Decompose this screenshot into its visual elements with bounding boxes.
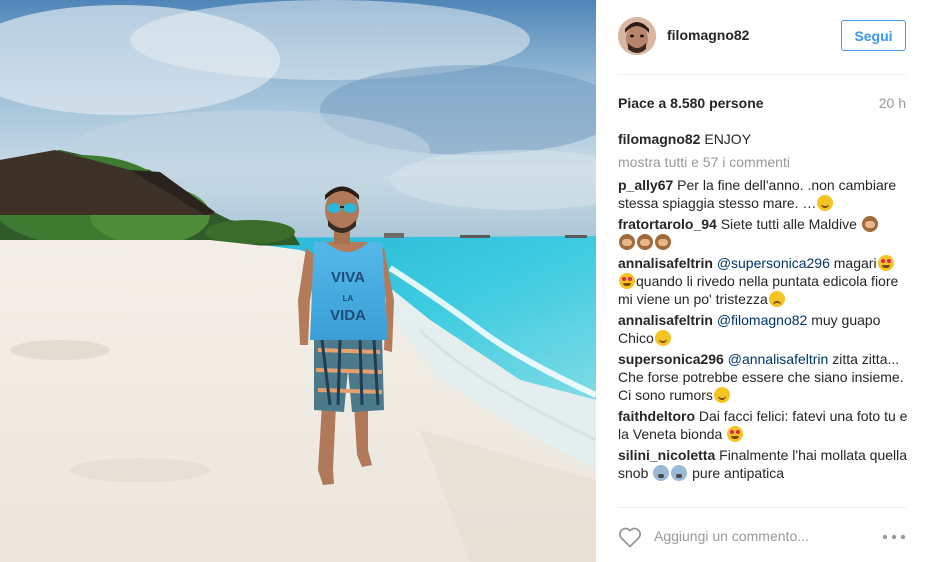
post-header: filomagno82 Segui: [596, 0, 926, 74]
heart-eyes-emoji-icon: [727, 426, 744, 442]
instagram-post: VIVA LA VIDA filomagno82 Segui Piace a 8…: [0, 0, 926, 562]
heart-icon[interactable]: [618, 526, 642, 548]
comment-text: Siete tutti alle Maldive: [716, 216, 861, 232]
add-comment-bar: [596, 508, 926, 562]
heart-eyes-emoji-icon: [619, 273, 635, 289]
mention-link[interactable]: @supersonica296: [717, 255, 830, 271]
fearful-emoji-icon: [653, 465, 670, 481]
avatar[interactable]: [618, 17, 656, 55]
comments-list[interactable]: filomagno82 ENJOY mostra tutti e 57 i co…: [618, 130, 908, 504]
see-no-evil-monkey-icon: [619, 234, 635, 250]
grinning-emoji-icon: [654, 330, 671, 346]
comment-text-continued: quando li rivedo nella puntata edicola f…: [618, 273, 899, 307]
caption-text: ENJOY: [700, 131, 752, 147]
comment-item: annalisafeltrin @filomagno82 muy guapo C…: [618, 311, 908, 347]
heart-eyes-emoji-icon: [877, 255, 894, 271]
comment-username[interactable]: silini_nicoletta: [618, 447, 715, 463]
see-no-evil-monkey-icon: [655, 234, 671, 250]
show-all-comments-link[interactable]: mostra tutti e 57 i commenti: [618, 153, 908, 171]
comment-input[interactable]: [654, 524, 874, 548]
follow-button[interactable]: Segui: [841, 20, 906, 51]
svg-text:VIVA: VIVA: [331, 269, 365, 286]
svg-text:LA: LA: [343, 294, 354, 303]
mention-link[interactable]: @filomagno82: [717, 312, 808, 328]
see-no-evil-monkey-icon: [861, 216, 878, 232]
see-no-evil-monkey-icon: [637, 234, 653, 250]
post-photo[interactable]: VIVA LA VIDA: [0, 0, 596, 562]
likes-count[interactable]: Piace a 8.580 persone: [618, 95, 764, 111]
caption: filomagno82 ENJOY: [618, 130, 908, 148]
comment-username[interactable]: faithdeltoro: [618, 408, 695, 424]
comment-username[interactable]: supersonica296: [618, 351, 724, 367]
comment-text: magari: [829, 255, 877, 271]
comment-item: supersonica296 @annalisafeltrin zitta zi…: [618, 350, 908, 404]
comment-username[interactable]: p_ally67: [618, 177, 673, 193]
likes-row: Piace a 8.580 persone 20 h: [618, 95, 906, 113]
username[interactable]: filomagno82: [667, 27, 749, 43]
comment-username[interactable]: fratortarolo_94: [618, 216, 717, 232]
comment-item: silini_nicoletta Finalmente l'hai mollat…: [618, 446, 908, 482]
pensive-emoji-icon: [768, 291, 785, 307]
mention-link[interactable]: @annalisafeltrin: [728, 351, 829, 367]
comment-item: faithdeltoro Dai facci felici: fatevi un…: [618, 407, 908, 443]
fearful-emoji-icon: [671, 465, 688, 481]
comment-username[interactable]: annalisafeltrin: [618, 255, 713, 271]
comment-item: fratortarolo_94 Siete tutti alle Maldive: [618, 215, 908, 251]
comment-text-continued: pure antipatica: [688, 465, 784, 481]
caption-username[interactable]: filomagno82: [618, 131, 700, 147]
more-options-icon[interactable]: [882, 534, 906, 540]
grinning-emoji-icon: [817, 195, 834, 211]
grinning-emoji-icon: [713, 387, 730, 403]
post-side-panel: filomagno82 Segui Piace a 8.580 persone …: [596, 0, 926, 562]
avatar-image: [618, 17, 656, 55]
comment-item: annalisafeltrin @supersonica296 magari qu…: [618, 254, 908, 308]
post-time[interactable]: 20 h: [879, 95, 906, 111]
comment-item: p_ally67 Per la fine dell'anno. .non cam…: [618, 176, 908, 212]
svg-text:VIDA: VIDA: [330, 307, 366, 324]
comment-username[interactable]: annalisafeltrin: [618, 312, 713, 328]
divider: [618, 74, 906, 75]
beach-photo: VIVA LA VIDA: [0, 0, 596, 562]
